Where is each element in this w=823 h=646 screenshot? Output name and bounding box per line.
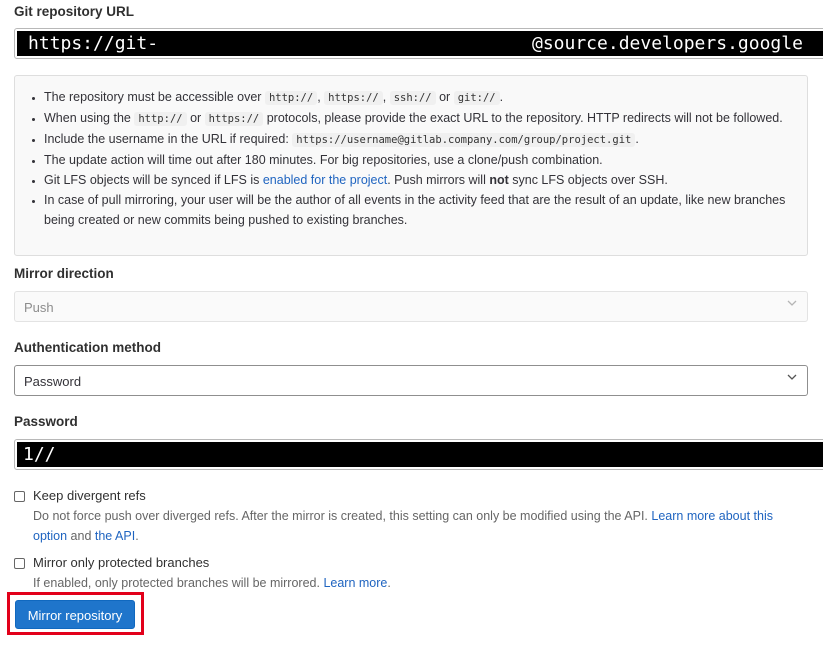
git-url-help-box: The repository must be accessible over h… — [14, 75, 808, 256]
keep-divergent-refs-help: Do not force push over diverged refs. Af… — [33, 509, 773, 543]
mirror-repository-button[interactable]: Mirror repository — [15, 600, 135, 629]
protected-branches-label[interactable]: Mirror only protected branches — [33, 555, 209, 570]
keep-divergent-refs-label[interactable]: Keep divergent refs — [33, 488, 146, 503]
help-item-timeout: The update action will time out after 18… — [44, 150, 797, 170]
git-url-value-prefix: https://git- — [28, 33, 159, 54]
password-value-prefix: 1// — [23, 444, 56, 465]
help-item-username: Include the username in the URL if requi… — [44, 129, 797, 150]
help-item-pull-author: In case of pull mirroring, your user wil… — [44, 190, 797, 230]
api-link[interactable]: the API — [95, 529, 135, 543]
auth-method-value: Password — [24, 374, 82, 389]
password-input[interactable]: 1// — [14, 439, 823, 470]
chevron-down-icon — [787, 300, 797, 306]
git-url-input[interactable]: https://git- @source.developers.google — [14, 28, 823, 59]
keep-divergent-refs-checkbox[interactable] — [14, 491, 25, 502]
protected-branches-help: If enabled, only protected branches will… — [33, 576, 391, 590]
lfs-enabled-link[interactable]: enabled for the project — [263, 173, 387, 187]
learn-more-link[interactable]: Learn more — [323, 576, 387, 590]
git-url-label: Git repository URL — [14, 4, 135, 19]
git-url-value-suffix: @source.developers.google — [532, 33, 803, 54]
help-item-protocols: The repository must be accessible over h… — [44, 87, 797, 108]
auth-method-select[interactable]: Password — [14, 365, 808, 396]
help-list: The repository must be accessible over h… — [15, 87, 797, 230]
mirror-direction-select: Push — [14, 291, 808, 322]
mirror-direction-label: Mirror direction — [14, 266, 114, 281]
mirror-direction-value: Push — [24, 300, 54, 315]
help-item-exact-url: When using the http:// or https:// proto… — [44, 108, 797, 129]
help-item-lfs: Git LFS objects will be synced if LFS is… — [44, 170, 797, 190]
protected-branches-checkbox[interactable] — [14, 558, 25, 569]
auth-method-label: Authentication method — [14, 340, 161, 355]
chevron-down-icon — [787, 374, 797, 380]
password-label: Password — [14, 414, 78, 429]
redacted-region — [17, 442, 823, 467]
